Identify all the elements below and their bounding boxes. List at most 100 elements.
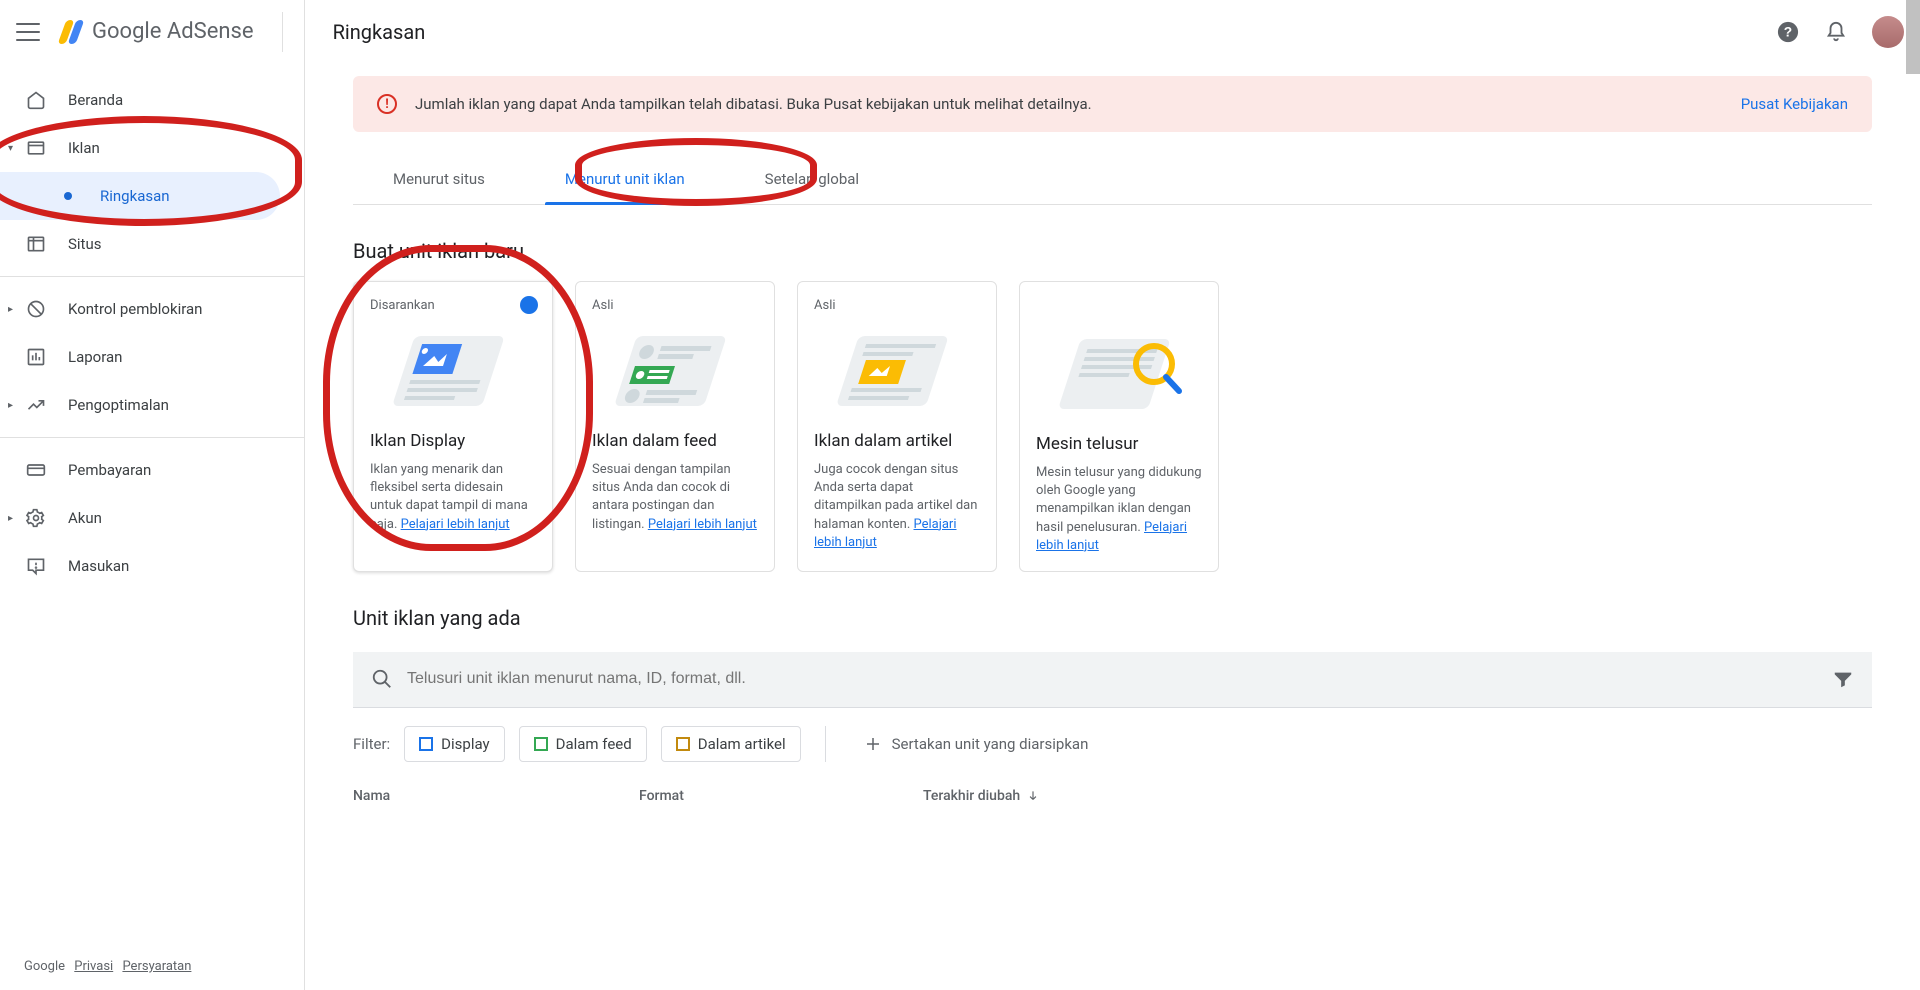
policy-center-link[interactable]: Pusat Kebijakan <box>1741 95 1848 113</box>
policy-alert: ! Jumlah iklan yang dapat Anda tampilkan… <box>353 76 1872 132</box>
footer-terms-link[interactable]: Persyaratan <box>122 959 191 974</box>
card-badge <box>1036 298 1202 316</box>
chevron-right-icon: ▸ <box>8 513 20 524</box>
footer-privacy-link[interactable]: Privasi <box>74 959 113 974</box>
card-title: Iklan dalam feed <box>592 431 758 451</box>
col-format[interactable]: Format <box>639 788 923 804</box>
nav-beranda[interactable]: Beranda <box>0 76 304 124</box>
adsense-logo-text: Google AdSense <box>92 19 254 44</box>
card-in-article-ads[interactable]: Asli Iklan dalam artikel Juga cocok deng… <box>797 281 997 572</box>
nav-label: Akun <box>68 509 102 527</box>
filter-icon[interactable] <box>1832 668 1854 690</box>
adsense-logo-mark <box>60 20 84 44</box>
nav-label: Situs <box>68 235 101 253</box>
nav-blocking[interactable]: ▸ Kontrol pemblokiran <box>0 285 304 333</box>
ad-icon <box>24 136 48 160</box>
gear-icon <box>24 506 48 530</box>
notifications-icon[interactable] <box>1824 20 1848 44</box>
card-badge: Disarankan <box>370 298 536 313</box>
nav-optimization[interactable]: ▸ Pengoptimalan <box>0 381 304 429</box>
nav-account[interactable]: ▸ Akun <box>0 494 304 542</box>
nav-iklan[interactable]: ▾ Iklan <box>0 124 304 172</box>
feedback-icon <box>24 554 48 578</box>
card-desc: Juga cocok dengan situs Anda serta dapat… <box>814 461 980 552</box>
nav-situs[interactable]: Situs <box>0 220 304 268</box>
block-icon <box>24 297 48 321</box>
nav-label: Pengoptimalan <box>68 396 169 414</box>
table-header: Nama Format Terakhir diubah <box>353 788 1872 804</box>
account-avatar[interactable] <box>1872 16 1904 48</box>
tab-global-settings[interactable]: Setelan global <box>725 154 899 204</box>
tab-by-ad-unit[interactable]: Menurut unit iklan <box>525 154 725 204</box>
menu-icon[interactable] <box>16 20 40 44</box>
chevron-down-icon: ▾ <box>8 143 20 154</box>
main-content: ! Jumlah iklan yang dapat Anda tampilkan… <box>305 64 1920 990</box>
learn-more-link[interactable]: Pelajari lebih lanjut <box>401 517 510 532</box>
card-illustration <box>592 321 758 421</box>
card-desc: Sesuai dengan tampilan situs Anda dan co… <box>592 461 758 534</box>
card-in-feed-ads[interactable]: Asli Iklan dalam feed Sesuai dengan tamp… <box>575 281 775 572</box>
card-badge: Asli <box>592 298 758 313</box>
include-archived-button[interactable]: Sertakan unit yang diarsipkan <box>850 727 1103 761</box>
nav-feedback[interactable]: Masukan <box>0 542 304 590</box>
card-display-ads[interactable]: Disarankan Iklan Display Iklan yang mena… <box>353 281 553 572</box>
learn-more-link[interactable]: Pelajari lebih lanjut <box>648 517 757 532</box>
sidebar-footer: Google Privasi Persyaratan <box>0 943 304 990</box>
sidebar: Beranda ▾ Iklan Ringkasan Situs ▸ Kontro… <box>0 64 305 990</box>
card-badge: Asli <box>814 298 980 313</box>
chip-display[interactable]: Display <box>404 726 504 762</box>
plus-icon <box>864 735 882 753</box>
card-desc: Iklan yang menarik dan fleksibel serta d… <box>370 461 536 534</box>
trending-icon <box>24 393 48 417</box>
report-icon <box>24 345 48 369</box>
card-illustration <box>814 321 980 421</box>
search-icon <box>371 668 393 690</box>
scrollbar-thumb[interactable] <box>1906 0 1920 74</box>
card-title: Mesin telusur <box>1036 434 1202 454</box>
filter-label: Filter: <box>353 735 390 753</box>
col-name[interactable]: Nama <box>353 788 639 804</box>
alert-text: Jumlah iklan yang dapat Anda tampilkan t… <box>415 95 1092 113</box>
card-search-engine[interactable]: Mesin telusur Mesin telusur yang didukun… <box>1019 281 1219 572</box>
amp-icon <box>520 296 538 314</box>
nav-laporan[interactable]: Laporan <box>0 333 304 381</box>
adsense-logo[interactable]: Google AdSense <box>60 19 254 44</box>
chip-in-article[interactable]: Dalam artikel <box>661 726 801 762</box>
nav-label: Ringkasan <box>100 187 170 205</box>
search-bar[interactable] <box>353 652 1872 708</box>
warning-icon: ! <box>377 94 397 114</box>
page-title: Ringkasan <box>333 20 426 44</box>
nav-label: Pembayaran <box>68 461 151 479</box>
payment-icon <box>24 458 48 482</box>
nav-label: Laporan <box>68 348 122 366</box>
nav-payments[interactable]: Pembayaran <box>0 446 304 494</box>
nav-label: Iklan <box>68 139 100 157</box>
nav-label: Masukan <box>68 557 129 575</box>
ad-unit-cards: Disarankan Iklan Display Iklan yang mena… <box>353 281 1872 572</box>
card-title: Iklan Display <box>370 431 536 451</box>
card-desc: Mesin telusur yang didukung oleh Google … <box>1036 464 1202 555</box>
chevron-right-icon: ▸ <box>8 304 20 315</box>
active-dot-icon <box>64 192 72 200</box>
home-icon <box>24 88 48 112</box>
card-illustration <box>1036 324 1202 424</box>
site-icon <box>24 232 48 256</box>
card-title: Iklan dalam artikel <box>814 431 980 451</box>
footer-brand: Google <box>24 959 65 974</box>
tabs: Menurut situs Menurut unit iklan Setelan… <box>353 154 1872 205</box>
top-bar: Google AdSense Ringkasan ? <box>0 0 1920 64</box>
col-modified[interactable]: Terakhir diubah <box>923 788 1040 804</box>
help-icon[interactable]: ? <box>1776 20 1800 44</box>
chevron-right-icon: ▸ <box>8 400 20 411</box>
arrow-down-icon <box>1026 789 1040 803</box>
card-illustration <box>370 321 536 421</box>
nav-label: Beranda <box>68 91 123 109</box>
existing-ad-units-title: Unit iklan yang ada <box>353 606 1872 630</box>
filter-row: Filter: Display Dalam feed Dalam artikel… <box>353 726 1872 762</box>
nav-label: Kontrol pemblokiran <box>68 300 202 318</box>
chip-in-feed[interactable]: Dalam feed <box>519 726 647 762</box>
svg-text:?: ? <box>1784 24 1792 39</box>
search-input[interactable] <box>407 670 1832 688</box>
nav-ringkasan[interactable]: Ringkasan <box>0 172 280 220</box>
tab-by-site[interactable]: Menurut situs <box>353 154 525 204</box>
